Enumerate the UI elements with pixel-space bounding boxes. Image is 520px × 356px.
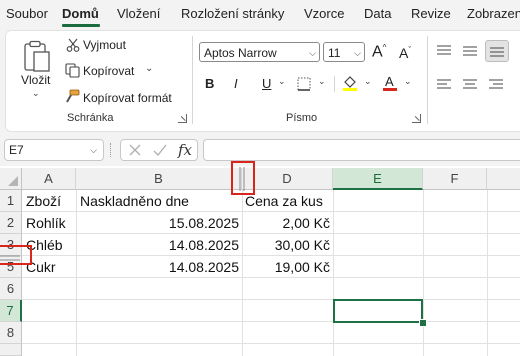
font-group-label: Písmo	[286, 112, 318, 124]
align-top-icon[interactable]	[436, 44, 452, 58]
column-header-f[interactable]: F	[423, 168, 487, 190]
row-header-2[interactable]: 2	[0, 212, 22, 234]
row-header-7[interactable]: 7	[0, 300, 22, 322]
cell-b2[interactable]: 15.08.2025	[76, 212, 239, 234]
font-launcher-icon[interactable]	[412, 114, 421, 123]
font-size-value: 11	[328, 46, 341, 60]
fill-handle[interactable]	[419, 319, 427, 327]
fill-color-icon[interactable]	[342, 74, 358, 92]
italic-button[interactable]: I	[234, 76, 238, 91]
insert-function-button[interactable]: fx	[178, 141, 192, 159]
tab-file[interactable]: Soubor	[6, 6, 48, 21]
underline-dropdown-chevron-icon[interactable]: ⌄	[278, 76, 286, 87]
cell-d2[interactable]: 2,00 Kč	[242, 212, 330, 234]
row-header-8[interactable]: 8	[0, 322, 22, 344]
font-name-select[interactable]: Aptos Narrow ⌵	[199, 42, 320, 62]
column-header-d[interactable]: D	[242, 168, 333, 190]
gridline	[487, 190, 488, 356]
chevron-down-icon: ⌵	[90, 145, 97, 155]
underline-button[interactable]: U	[262, 76, 271, 91]
scissors-icon[interactable]	[66, 38, 80, 52]
paste-button-label[interactable]: Vložit	[21, 73, 50, 87]
column-header-a[interactable]: A	[22, 168, 76, 190]
tab-page-layout[interactable]: Rozložení stránky	[181, 6, 284, 21]
hidden-row-highlight	[0, 245, 32, 265]
ribbon-tab-bar: Soubor Domů Vložení Rozložení stránky Vz…	[0, 0, 520, 28]
cell-d3[interactable]: 30,00 Kč	[242, 234, 330, 256]
shrink-font-icon: A	[399, 45, 409, 61]
group-divider	[192, 36, 193, 124]
grow-font-button[interactable]: A^	[372, 43, 386, 61]
tab-review[interactable]: Revize	[411, 6, 451, 21]
copy-dropdown-chevron-icon[interactable]: ⌄	[145, 63, 153, 74]
tab-data[interactable]: Data	[364, 6, 391, 21]
cell-a1[interactable]: Zboží	[26, 190, 61, 212]
bold-button[interactable]: B	[205, 76, 214, 91]
clipboard-group-label: Schránka	[67, 112, 114, 124]
font-color-icon[interactable]: A	[382, 73, 398, 92]
select-all-button[interactable]	[0, 168, 22, 190]
align-middle-icon[interactable]	[462, 44, 478, 58]
gridline	[22, 321, 520, 322]
copy-icon[interactable]	[65, 63, 80, 78]
tab-formulas[interactable]: Vzorce	[304, 6, 344, 21]
formula-bar-splitter[interactable]	[110, 143, 113, 157]
cell-b5[interactable]: 14.08.2025	[76, 256, 239, 278]
column-header-e[interactable]: E	[333, 168, 423, 190]
font-name-value: Aptos Narrow	[204, 46, 277, 60]
font-color-dropdown-chevron-icon[interactable]: ⌄	[404, 76, 412, 87]
paste-icon[interactable]	[22, 40, 52, 74]
row-header-1[interactable]: 1	[0, 190, 22, 212]
row-header-6[interactable]: 6	[0, 278, 22, 300]
formula-input[interactable]	[203, 139, 520, 161]
gridline	[22, 299, 520, 300]
cell-b1[interactable]: Naskladněno dne	[80, 190, 189, 212]
gridline	[333, 190, 334, 356]
tab-view[interactable]: Zobrazení	[467, 6, 520, 21]
cell-b3[interactable]: 14.08.2025	[76, 234, 239, 256]
font-divider	[334, 76, 335, 92]
format-painter-button[interactable]: Kopírovat formát	[83, 91, 172, 105]
enter-check-icon[interactable]	[153, 143, 167, 157]
fill-dropdown-chevron-icon[interactable]: ⌄	[364, 76, 372, 87]
shrink-font-button[interactable]: Aˇ	[399, 45, 411, 61]
cell-a2[interactable]: Rohlík	[26, 212, 66, 234]
row-header-9[interactable]	[0, 344, 22, 356]
group-divider	[427, 36, 428, 124]
svg-text:A: A	[385, 74, 394, 89]
copy-button[interactable]: Kopírovat	[83, 64, 134, 78]
column-header-g[interactable]	[487, 168, 520, 190]
cut-button[interactable]: Vyjmout	[83, 38, 126, 52]
borders-icon[interactable]	[297, 77, 311, 91]
align-left-icon[interactable]	[436, 78, 452, 92]
active-tab-indicator	[62, 24, 100, 27]
clipboard-launcher-icon[interactable]	[178, 114, 187, 123]
name-box-value: E7	[9, 143, 24, 157]
active-cell-e7[interactable]	[333, 299, 423, 323]
cancel-icon[interactable]	[128, 143, 142, 157]
cell-d1[interactable]: Cena za kus	[245, 190, 323, 212]
align-bottom-icon[interactable]	[485, 40, 509, 62]
paste-dropdown-chevron-icon[interactable]: ⌄	[32, 88, 40, 99]
name-box[interactable]: E7 ⌵	[4, 139, 104, 161]
borders-dropdown-chevron-icon[interactable]: ⌄	[318, 76, 326, 87]
align-right-icon[interactable]	[488, 78, 504, 92]
hidden-column-highlight	[231, 161, 255, 195]
font-size-select[interactable]: 11 ⌵	[323, 42, 365, 62]
grow-font-icon: A	[372, 43, 383, 61]
column-header-b[interactable]: B	[76, 168, 242, 190]
tab-home[interactable]: Domů	[62, 6, 99, 21]
chevron-down-icon: ⌵	[309, 48, 316, 58]
gridline	[22, 343, 520, 344]
gridline	[423, 190, 424, 356]
tab-insert[interactable]: Vložení	[117, 6, 160, 21]
align-center-icon[interactable]	[462, 78, 478, 92]
format-painter-icon[interactable]	[64, 89, 80, 105]
chevron-down-icon: ⌵	[354, 48, 361, 58]
cell-d5[interactable]: 19,00 Kč	[242, 256, 330, 278]
